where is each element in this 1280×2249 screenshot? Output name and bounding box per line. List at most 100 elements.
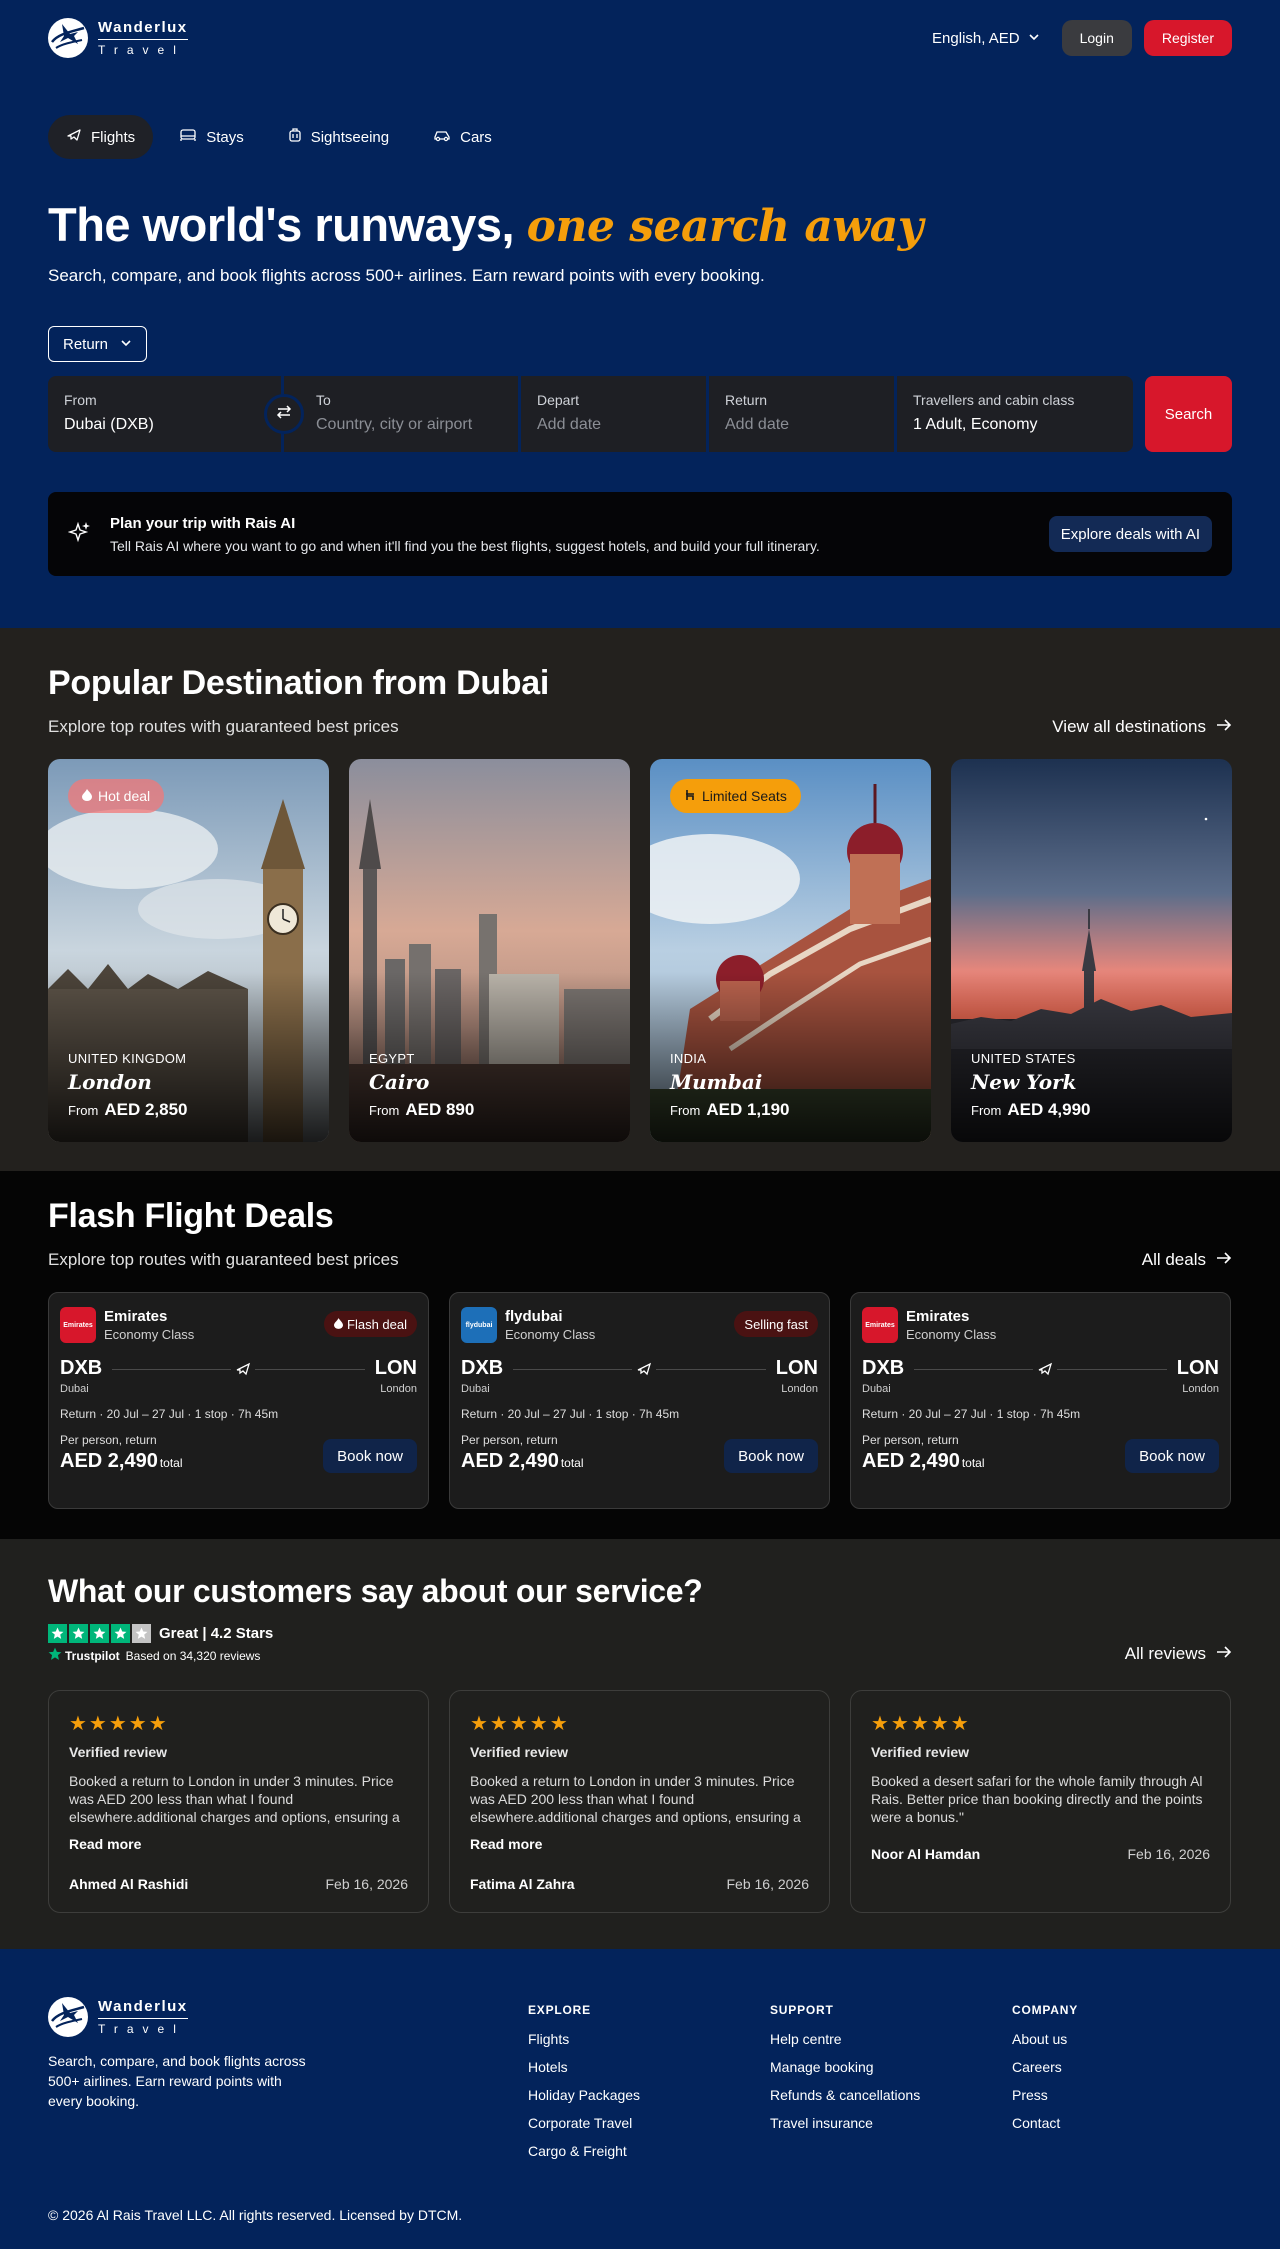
footer-link[interactable]: Contact — [1012, 2115, 1212, 2143]
footer-link[interactable]: Flights — [528, 2031, 770, 2059]
depart-field[interactable]: Depart Add date — [521, 376, 709, 452]
language-selector[interactable]: English, AED — [932, 30, 1040, 47]
badge-label: Selling fast — [744, 1316, 808, 1332]
all-deals-link[interactable]: All deals — [1142, 1250, 1232, 1270]
per-person-label: Per person, return — [461, 1433, 558, 1447]
login-button[interactable]: Login — [1061, 20, 1132, 56]
swap-locations-button[interactable] — [264, 394, 304, 434]
origin-code: DXB — [60, 1357, 103, 1379]
brand-logo[interactable]: Wanderlux Travel — [48, 18, 188, 58]
globe-plane-icon — [48, 1997, 88, 2037]
hero-section: Wanderlux Travel English, AED Login Regi… — [0, 0, 1280, 628]
footer-link[interactable]: Holiday Packages — [528, 2087, 770, 2115]
footer-link[interactable]: Press — [1012, 2087, 1212, 2115]
review-body: Booked a return to London in under 3 min… — [69, 1773, 400, 1825]
route-meta: Return · 20 Jul – 27 Jul · 1 stop · 7h 4… — [461, 1407, 680, 1421]
flash-title: Flash Flight Deals — [48, 1197, 334, 1235]
review-stars: ★★★★★ — [69, 1713, 169, 1735]
trip-type-select[interactable]: Return — [48, 326, 148, 362]
total-label: total — [961, 1456, 985, 1470]
badge-label: Hot deal — [98, 788, 151, 804]
from-field[interactable]: From Dubai (DXB) — [48, 376, 284, 452]
deal-card[interactable]: Emirates Emirates Economy Class DXB Dubai… — [850, 1292, 1231, 1509]
destination-card-cairo[interactable]: EGYPT Cairo From AED 890 — [349, 759, 630, 1142]
all-deals-label: All deals — [1141, 1250, 1206, 1269]
dest-price: From AED 1,190 — [670, 1100, 790, 1120]
dest-city: Cairo — [369, 1070, 430, 1094]
tab-label: Flights — [91, 128, 136, 146]
read-more-link[interactable]: Read more — [470, 1836, 809, 1852]
luggage-icon — [288, 127, 302, 147]
review-date: Feb 16, 2026 — [726, 1876, 809, 1892]
trustpilot-stars — [48, 1624, 151, 1643]
all-reviews-link[interactable]: All reviews — [1125, 1644, 1232, 1664]
limited-seats-badge: Limited Seats — [670, 779, 801, 813]
return-field[interactable]: Return Add date — [709, 376, 897, 452]
tab-cars[interactable]: Cars — [415, 115, 510, 159]
view-all-destinations-link[interactable]: View all destinations — [1052, 717, 1232, 737]
review-card: ★★★★★ Verified review Booked a desert sa… — [850, 1690, 1231, 1913]
cabin-class: Economy Class — [505, 1327, 596, 1342]
footer-link[interactable]: About us — [1012, 2031, 1212, 2059]
footer-link[interactable]: Travel insurance — [770, 2115, 1012, 2143]
read-more-link[interactable]: Read more — [69, 1836, 408, 1852]
globe-plane-icon — [48, 18, 88, 58]
flydubai-logo: flydubai — [461, 1307, 497, 1343]
to-placeholder: Country, city or airport — [316, 416, 473, 433]
plane-icon — [66, 127, 82, 147]
register-button[interactable]: Register — [1143, 20, 1232, 56]
origin-code: DXB — [862, 1357, 905, 1379]
badge-label: Limited Seats — [702, 788, 787, 804]
review-date: Feb 16, 2026 — [325, 1876, 408, 1892]
airline-name: flydubai — [505, 1308, 563, 1325]
verified-label: Verified review — [470, 1744, 569, 1760]
site-footer: Wanderlux Travel Search, compare, and bo… — [0, 1949, 1280, 2249]
book-now-button[interactable]: Book now — [323, 1439, 417, 1473]
destination-card-mumbai[interactable]: Limited Seats INDIA Mumbai From AED 1,190 — [650, 759, 931, 1142]
explore-ai-button[interactable]: Explore deals with AI — [1048, 516, 1212, 552]
search-button[interactable]: Search — [1145, 376, 1232, 452]
footer-link[interactable]: Refunds & cancellations — [770, 2087, 1012, 2115]
footer-link[interactable]: Careers — [1012, 2059, 1212, 2087]
price-value: AED 2,490 — [461, 1450, 559, 1472]
footer-link[interactable]: Help centre — [770, 2031, 1012, 2059]
deal-card[interactable]: Emirates Emirates Economy Class Flash de… — [48, 1292, 429, 1509]
popular-subtitle: Explore top routes with guaranteed best … — [48, 717, 399, 736]
brand-name: Wanderlux — [98, 19, 188, 40]
route: DXB Dubai LON London — [461, 1357, 818, 1395]
flight-search-form: From Dubai (DXB) To Country, city or air… — [48, 376, 1232, 452]
origin-city: Dubai — [60, 1383, 89, 1395]
destination-card-london[interactable]: Hot deal UNITED KINGDOM London From AED 2… — [48, 759, 329, 1142]
star-icon — [132, 1624, 151, 1643]
footer-brand-logo[interactable]: Wanderlux Travel — [48, 1997, 528, 2037]
book-now-button[interactable]: Book now — [724, 1439, 818, 1473]
arrow-right-icon — [1216, 717, 1232, 737]
review-body: Booked a return to London in under 3 min… — [470, 1773, 801, 1825]
flash-deal-badge: Flash deal — [324, 1311, 417, 1337]
tab-stays[interactable]: Stays — [161, 115, 262, 159]
tab-sightseeing[interactable]: Sightseeing — [270, 115, 407, 159]
tab-label: Cars — [460, 128, 492, 146]
copyright: © 2026 Al Rais Travel LLC. All rights re… — [48, 2207, 463, 2223]
footer-link[interactable]: Cargo & Freight — [528, 2143, 770, 2171]
origin-city: Dubai — [862, 1383, 891, 1395]
from-label: From — [369, 1103, 400, 1118]
destination-card-new-york[interactable]: UNITED STATES New York From AED 4,990 — [951, 759, 1232, 1142]
book-now-button[interactable]: Book now — [1125, 1439, 1219, 1473]
deal-card[interactable]: flydubai flydubai Economy Class Selling … — [449, 1292, 830, 1509]
footer-link[interactable]: Corporate Travel — [528, 2115, 770, 2143]
ai-banner-title: Plan your trip with Rais AI — [110, 514, 296, 532]
tab-flights[interactable]: Flights — [48, 115, 154, 159]
to-field[interactable]: To Country, city or airport — [284, 376, 521, 452]
reviewer-name: Noor Al Hamdan — [871, 1846, 981, 1862]
review-stars: ★★★★★ — [470, 1713, 570, 1735]
from-label: From — [64, 392, 97, 408]
footer-link[interactable]: Hotels — [528, 2059, 770, 2087]
origin-code: DXB — [461, 1357, 504, 1379]
star-icon — [90, 1624, 109, 1643]
travellers-field[interactable]: Travellers and cabin class 1 Adult, Econ… — [897, 376, 1133, 452]
from-label: From — [971, 1103, 1002, 1118]
brand-sub: Travel — [98, 2022, 185, 2036]
footer-description: Search, compare, and book flights across… — [48, 2053, 306, 2109]
footer-link[interactable]: Manage booking — [770, 2059, 1012, 2087]
